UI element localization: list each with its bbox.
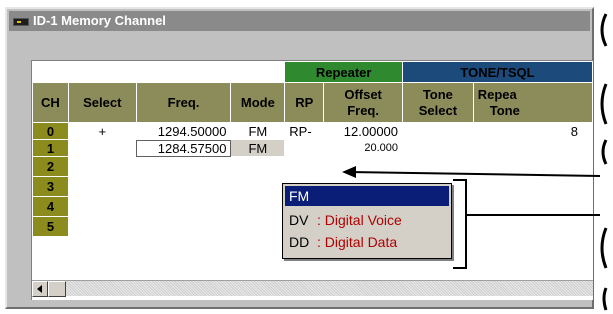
right-parenthesis-icon — [600, 13, 608, 47]
arrow-head-icon — [342, 166, 356, 178]
right-parenthesis-icon — [600, 83, 608, 125]
right-parenthesis-icon — [601, 139, 608, 165]
bracket-icon — [453, 179, 467, 269]
pointer-line — [347, 171, 601, 177]
right-parenthesis-icon — [600, 227, 608, 269]
annotation-callouts — [342, 13, 608, 311]
right-parenthesis-icon — [602, 287, 608, 311]
